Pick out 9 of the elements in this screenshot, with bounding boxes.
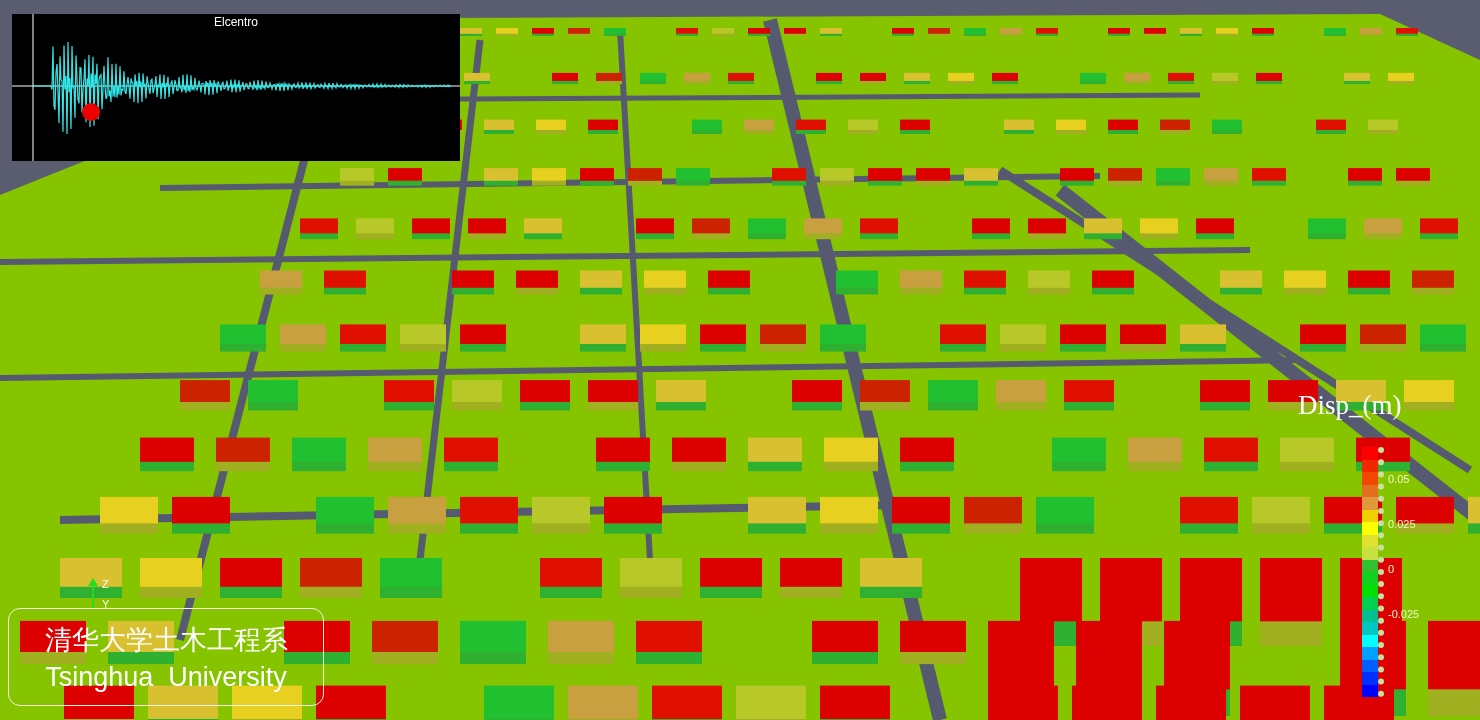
plot-title: Elcentro <box>213 15 259 29</box>
axis-arrow-icon <box>86 578 100 608</box>
scale-tick-label: 0 <box>1388 563 1395 575</box>
logo-text: Tsinghua University <box>45 661 287 693</box>
axis-label: Z <box>102 578 110 590</box>
axis-label: Y <box>102 598 110 610</box>
legend-title: Disp_(m) <box>1298 390 1402 421</box>
position-marker <box>82 103 100 121</box>
scale-tick-label: 0.05 <box>1388 473 1410 485</box>
